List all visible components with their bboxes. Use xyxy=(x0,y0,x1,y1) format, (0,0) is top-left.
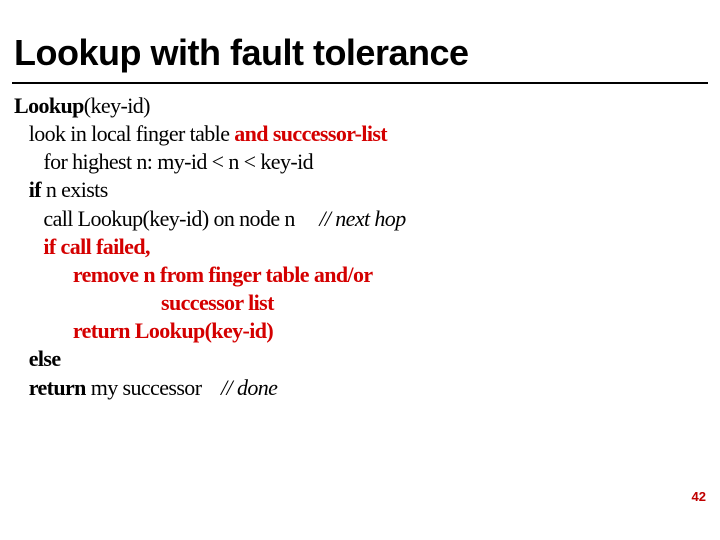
algo-keyword: return xyxy=(29,375,91,400)
algo-line-7: remove n from finger table and/or xyxy=(14,261,704,289)
algo-line-2: look in local finger table and successor… xyxy=(14,120,704,148)
algo-text: (key-id) xyxy=(84,93,150,118)
algo-indent xyxy=(14,262,73,287)
slide: Lookup with fault tolerance Lookup(key-i… xyxy=(0,0,720,540)
slide-title: Lookup with fault tolerance xyxy=(14,32,469,74)
algo-indent xyxy=(14,375,29,400)
algo-line-11: return my successor // done xyxy=(14,374,704,402)
algo-keyword: Lookup xyxy=(14,93,84,118)
algo-text: call Lookup(key-id) on node n xyxy=(14,206,319,231)
algo-line-10: else xyxy=(14,345,704,373)
algorithm-block: Lookup(key-id) look in local finger tabl… xyxy=(14,92,704,402)
algo-highlight: remove n from finger table and/or xyxy=(73,262,373,287)
algo-line-6: if call failed, xyxy=(14,233,704,261)
algo-indent xyxy=(14,318,73,343)
algo-line-9: return Lookup(key-id) xyxy=(14,317,704,345)
algo-text: my successor xyxy=(91,375,221,400)
algo-keyword: if xyxy=(29,177,46,202)
algo-highlight: and successor-list xyxy=(234,121,387,146)
algo-indent xyxy=(14,234,43,259)
algo-comment: // next hop xyxy=(319,206,405,231)
algo-line-3: for highest n: my-id < n < key-id xyxy=(14,148,704,176)
algo-line-4: if n exists xyxy=(14,176,704,204)
algo-indent xyxy=(14,346,29,371)
algo-indent xyxy=(14,290,161,315)
algo-comment: // done xyxy=(221,375,277,400)
algo-text: n exists xyxy=(46,177,108,202)
algo-line-5: call Lookup(key-id) on node n // next ho… xyxy=(14,205,704,233)
algo-keyword: else xyxy=(29,346,66,371)
algo-text: for highest n: my-id < n < key-id xyxy=(14,149,313,174)
title-underline xyxy=(12,82,708,84)
algo-indent xyxy=(14,177,29,202)
algo-highlight: if call failed, xyxy=(43,234,149,259)
algo-line-1: Lookup(key-id) xyxy=(14,92,704,120)
algo-highlight: return Lookup(key-id) xyxy=(73,318,273,343)
algo-line-8: successor list xyxy=(14,289,704,317)
algo-text: look in local finger table xyxy=(14,121,234,146)
algo-highlight: successor list xyxy=(161,290,274,315)
page-number: 42 xyxy=(692,489,706,504)
